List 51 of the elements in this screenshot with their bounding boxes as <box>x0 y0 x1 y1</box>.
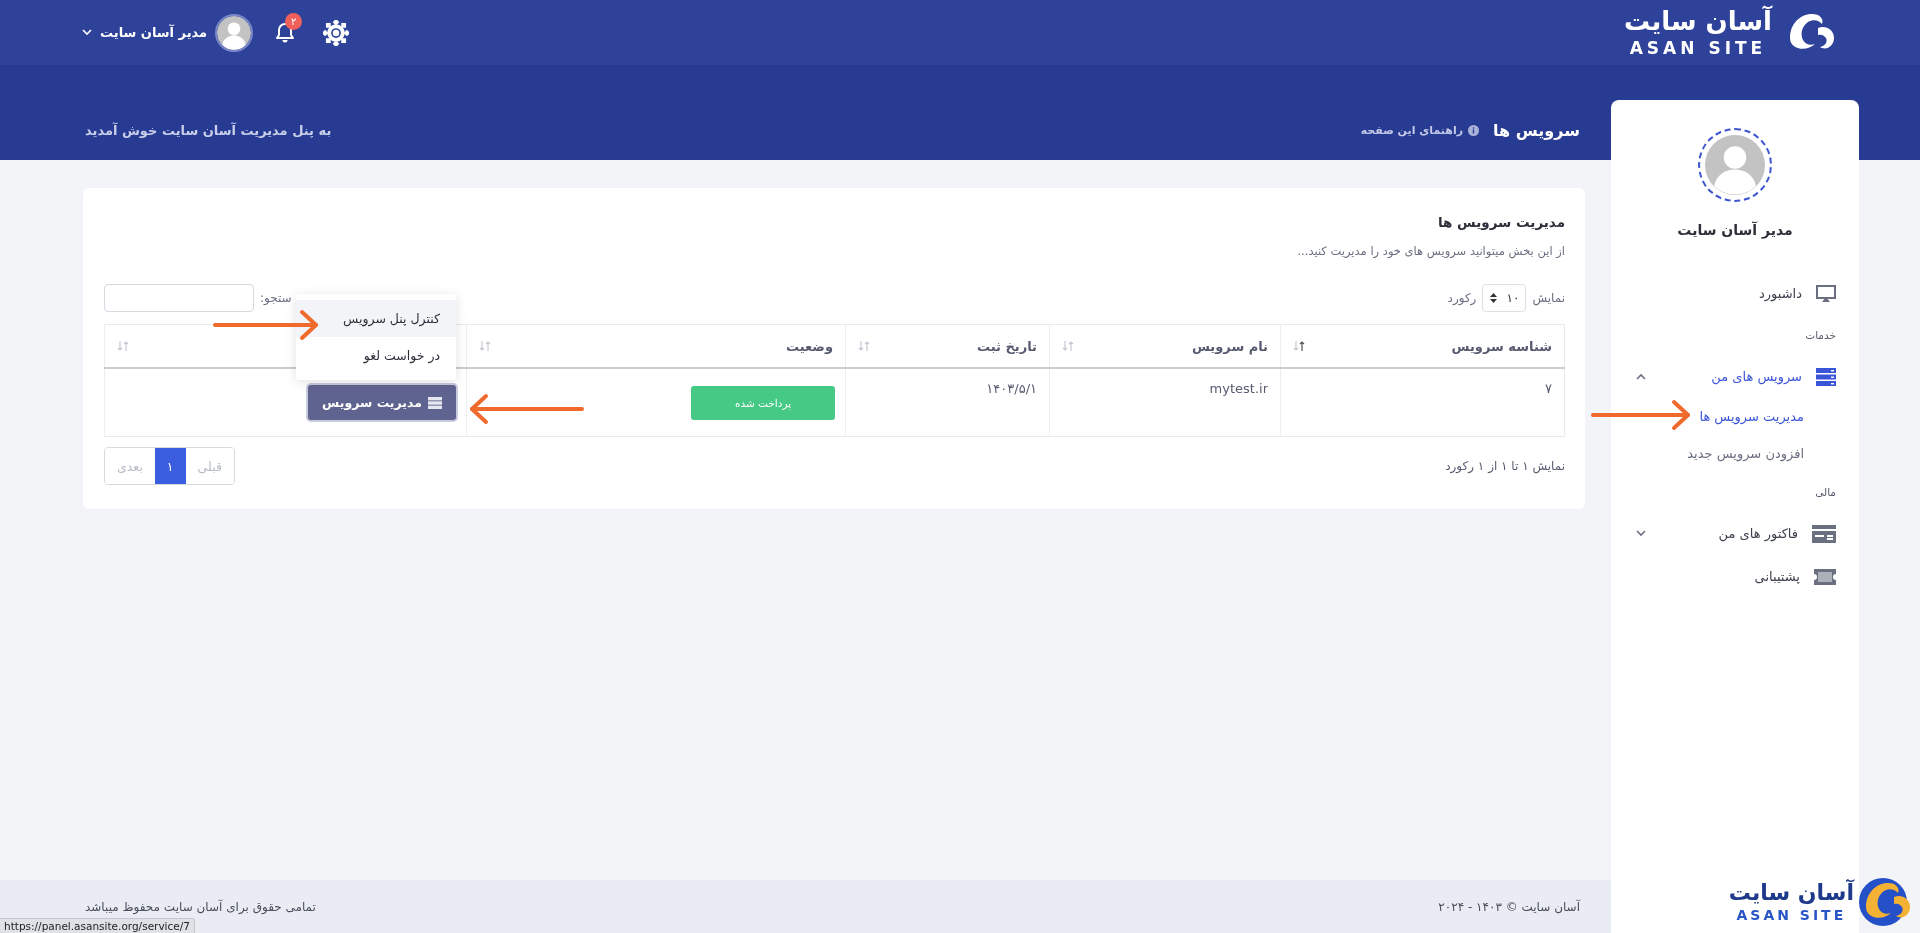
logo-text: ASAN SITE <box>1629 40 1767 57</box>
table-cell: mytest.ir <box>1049 368 1281 437</box>
search-field[interactable] <box>104 284 254 312</box>
server-icon <box>1816 367 1836 386</box>
status-badge: پرداخت شده <box>691 385 835 420</box>
records-info: نمایش ۱ تا ۱ از ۱ رکورد <box>1445 459 1565 473</box>
column-header[interactable]: شناسه سرویس <box>1451 338 1552 354</box>
info-icon <box>1468 124 1480 136</box>
menu-item[interactable]: کنترل پنل سرویس <box>296 300 456 337</box>
card-title: مدیریت سرویس ها <box>1436 214 1565 230</box>
card-description: از این بخش میتوانید سرویس های خود را مدیریت کنید... <box>1296 244 1565 258</box>
pagination-button[interactable]: ۱ <box>154 448 186 484</box>
sidebar-item[interactable]: پشتیبانی <box>1611 555 1859 598</box>
user-name: مدیر آسان سایت <box>1677 222 1793 238</box>
column-header[interactable]: وضعیت <box>785 338 833 354</box>
section-label: خدمات <box>1804 328 1837 343</box>
avatar-icon <box>1705 135 1765 195</box>
sidebar-item[interactable]: فاکتور های من <box>1611 512 1859 555</box>
caret-icon <box>82 29 92 36</box>
menu-item[interactable]: در خواست لغو <box>296 337 456 374</box>
notification-badge: ۲ <box>285 12 303 30</box>
submenu-item[interactable]: افزودن سرویس جدید <box>1611 435 1859 472</box>
copyright-text: آسان سایت © ۱۴۰۳ - ۲۰۲۴ <box>1438 899 1580 914</box>
table-cell: ۱۴۰۳/۵/۱ <box>845 368 1050 437</box>
sort-icon[interactable] <box>1293 340 1305 352</box>
rights-text: تمامی حقوق برای آسان سایت محفوظ میباشد <box>85 899 316 914</box>
help-link[interactable]: راهنمای این صفحه <box>1360 123 1480 137</box>
length-label: رکورد <box>1447 291 1477 305</box>
column-header[interactable]: نام سرویس <box>1191 338 1268 354</box>
user-menu-button[interactable]: مدیر آسان سایت <box>82 25 208 40</box>
settings-icon[interactable] <box>323 19 350 46</box>
logo-text: ASAN SITE <box>1736 908 1847 922</box>
ticket-icon <box>1814 568 1836 585</box>
manage-service-button[interactable]: مدیریت سرویس <box>308 385 456 420</box>
page-size-select[interactable]: ۱۰ <box>1482 284 1527 312</box>
status-url: https://panel.asansite.org/service/7 <box>0 918 195 933</box>
submenu-item[interactable]: مدیریت سرویس ها <box>1611 398 1859 435</box>
avatar-icon <box>215 13 254 52</box>
search-label: ستجو: <box>260 291 292 305</box>
page-title: سرویس ها <box>1493 120 1580 140</box>
sidebar-item[interactable]: داشبورد <box>1611 272 1859 315</box>
card-icon <box>1812 524 1836 543</box>
welcome-text: به پنل مدیریت آسان سایت خوش آمدید <box>85 121 332 138</box>
server-icon <box>428 396 442 409</box>
monitor-icon <box>1816 284 1836 303</box>
column-header[interactable]: تاریخ ثبت <box>977 338 1037 354</box>
up-down-icon <box>1489 292 1499 304</box>
length-label: نمایش <box>1532 291 1565 305</box>
table-cell: ۷ <box>1280 368 1565 437</box>
section-label: مالی <box>1814 485 1837 500</box>
sidebar-item[interactable]: سرویس های من <box>1611 355 1859 398</box>
